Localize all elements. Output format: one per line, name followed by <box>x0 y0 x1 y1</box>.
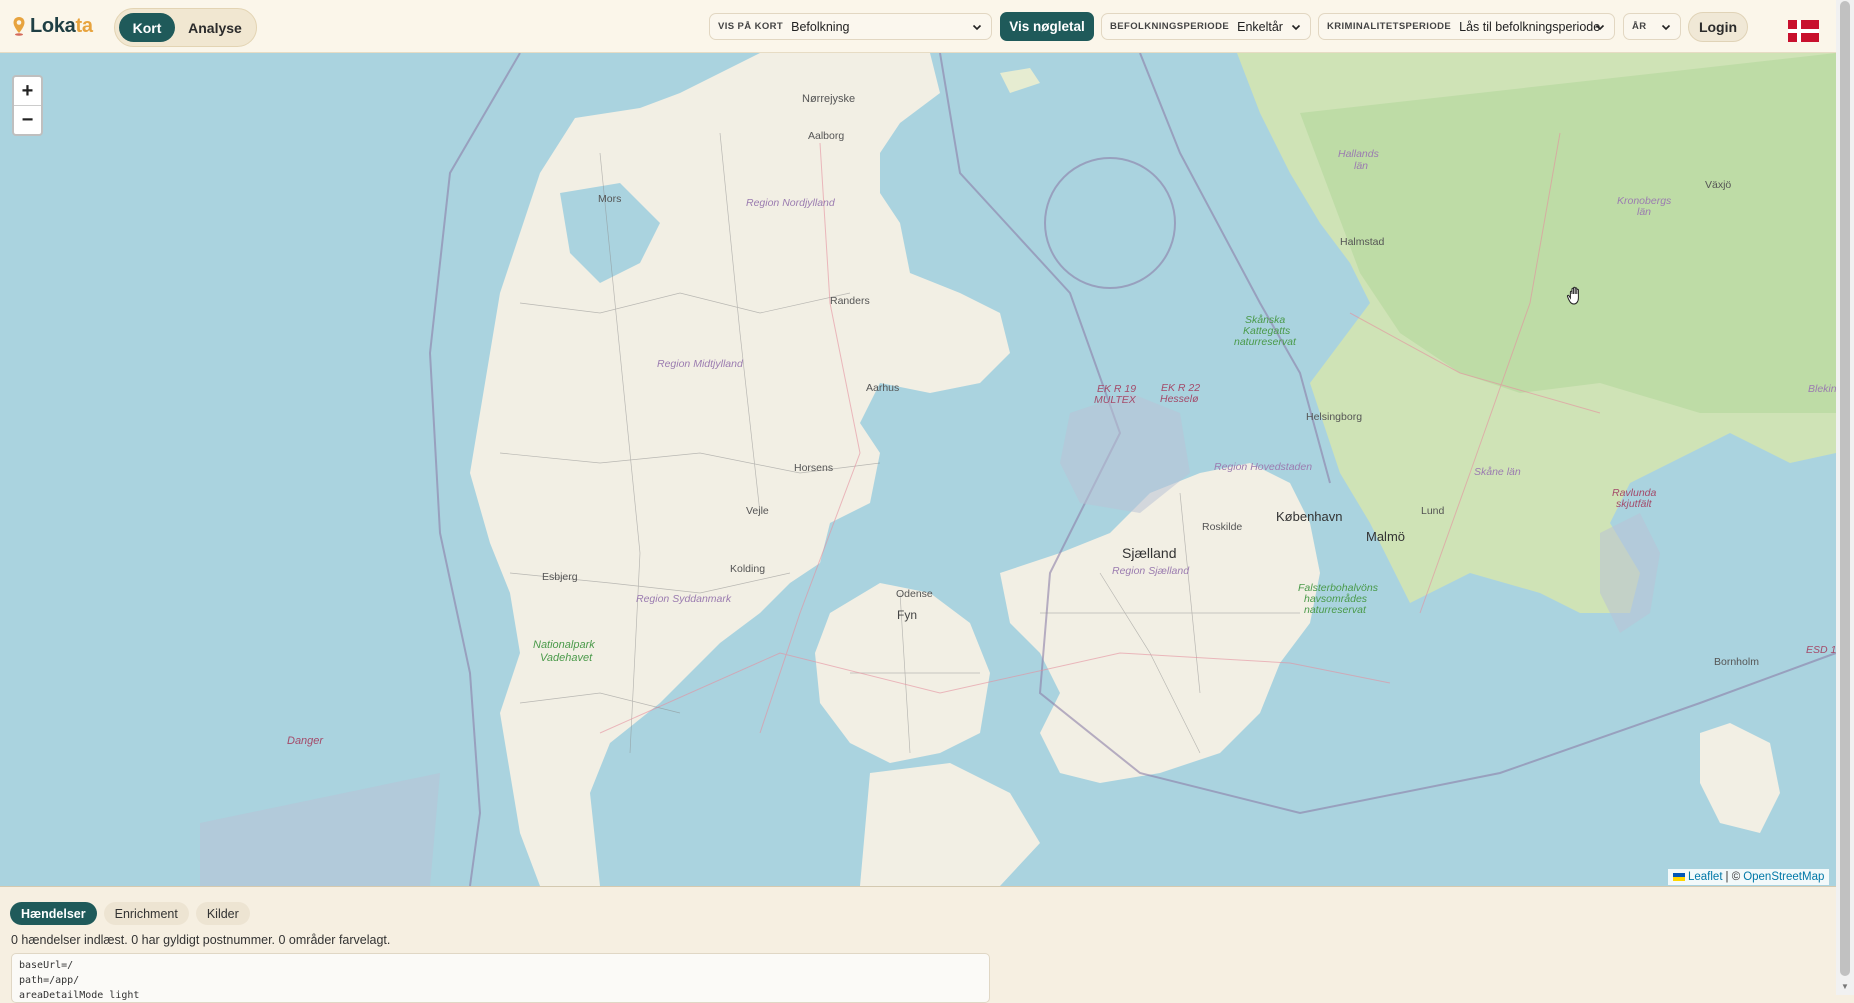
map-label: MULTEX <box>1094 394 1137 406</box>
map-label: Region Syddanmark <box>636 593 732 605</box>
befolkningsperiode-label: BEFOLKNINGSPERIODE <box>1110 21 1230 32</box>
hand-cursor-icon <box>1566 286 1579 305</box>
map-label: Danger <box>287 735 324 747</box>
brand-name: Lokata <box>30 14 93 37</box>
map-label: Aarhus <box>866 382 899 394</box>
map-canvas[interactable]: Nørrejyske Aalborg Mors Region Nordjylla… <box>0 53 1836 887</box>
kriminalitetsperiode-select[interactable]: KRIMINALITETSPERIODE Lås til befolknings… <box>1318 13 1615 40</box>
befolkningsperiode-value: Enkeltår <box>1237 19 1283 34</box>
zoom-control: + − <box>12 75 43 136</box>
scroll-down-arrow-icon[interactable]: ▼ <box>1841 982 1849 991</box>
map-label: Lund <box>1421 505 1445 517</box>
sjaelland-land <box>1000 463 1320 783</box>
chevron-down-icon <box>1291 24 1301 31</box>
map-label: Blekin <box>1808 383 1836 395</box>
debug-log[interactable]: baseUrl=/ path=/app/areaDetailMode light <box>11 953 990 1003</box>
map-label: Bornholm <box>1714 656 1759 668</box>
map-label: län <box>1637 206 1651 218</box>
map-label: Region Sjælland <box>1112 565 1190 577</box>
top-toolbar: Lokata Kort Analyse VIS PÅ KORT Befolkni… <box>0 0 1836 53</box>
map-label: Region Hovedstaden <box>1214 461 1312 473</box>
map-attribution: Leaflet | © OpenStreetMap <box>1668 869 1830 885</box>
attribution-separator: | © <box>1725 871 1741 883</box>
chevron-down-icon <box>1661 24 1671 31</box>
islet <box>1000 68 1040 93</box>
chevron-down-icon <box>972 24 982 31</box>
map-label: Sjælland <box>1122 545 1176 561</box>
map-label: ESD 13 <box>1806 644 1836 656</box>
map-tiles: Nørrejyske Aalborg Mors Region Nordjylla… <box>200 53 1836 886</box>
kriminalitetsperiode-label: KRIMINALITETSPERIODE <box>1327 21 1452 32</box>
analyse-tab-button[interactable]: Analyse <box>177 13 253 42</box>
map-label: Fyn <box>897 608 917 622</box>
tab-haendelser[interactable]: Hændelser <box>10 902 97 925</box>
zoom-out-button[interactable]: − <box>14 106 41 134</box>
ravlunda-zone <box>1600 513 1660 633</box>
map-pin-icon <box>13 17 25 36</box>
log-line: path=/app/ <box>19 975 80 986</box>
log-line: areaDetailMode light <box>19 990 140 1001</box>
vis-pa-kort-value: Befolkning <box>791 19 850 34</box>
map-label: Randers <box>830 295 870 307</box>
kriminalitetsperiode-value: Lås til befolkningsperiode <box>1459 19 1601 34</box>
page-scrollbar[interactable]: ▼ <box>1836 0 1854 995</box>
map-label: København <box>1276 509 1343 524</box>
leaflet-link[interactable]: Leaflet <box>1688 871 1723 883</box>
lolland-land <box>860 763 1040 886</box>
map-label: Aalborg <box>808 130 844 142</box>
danger-zone <box>200 773 440 886</box>
map-label: Helsingborg <box>1306 411 1362 423</box>
map-label: Kolding <box>730 563 765 575</box>
aar-select[interactable]: ÅR <box>1623 13 1681 40</box>
events-status-text: 0 hændelser indlæst. 0 har gyldigt postn… <box>11 933 391 947</box>
kort-tab-button[interactable]: Kort <box>119 13 175 42</box>
map-label: Halmstad <box>1340 236 1385 248</box>
map-label: naturreservat <box>1234 336 1297 348</box>
map-label: Skåne län <box>1474 466 1521 478</box>
map-label: Nationalpark <box>533 639 595 651</box>
aar-select-value: ÅR <box>1632 21 1647 32</box>
map-label: Horsens <box>794 462 833 474</box>
map-label: Mors <box>598 193 621 205</box>
map-label: Nørrejyske <box>802 93 855 105</box>
map-label: Hesselø <box>1160 393 1199 405</box>
chevron-down-icon <box>1595 24 1605 31</box>
tab-enrichment[interactable]: Enrichment <box>103 902 189 925</box>
log-line: baseUrl=/ <box>19 960 74 971</box>
vis-noegletal-button[interactable]: Vis nøgletal <box>1000 12 1094 41</box>
vis-pa-kort-label: VIS PÅ KORT <box>718 21 784 32</box>
jutland-land <box>470 53 1010 886</box>
map-label: Region Nordjylland <box>746 197 836 209</box>
map-label: naturreservat <box>1304 604 1367 616</box>
map-label: Esbjerg <box>542 571 578 583</box>
map-label: Roskilde <box>1202 521 1242 533</box>
lokata-logo[interactable]: Lokata <box>12 13 93 39</box>
login-button[interactable]: Login <box>1688 12 1748 42</box>
map-label: Hallands <box>1338 148 1380 160</box>
zone-circle <box>1044 157 1176 289</box>
zoom-in-button[interactable]: + <box>14 77 41 106</box>
befolkningsperiode-select[interactable]: BEFOLKNINGSPERIODE Enkeltår <box>1101 13 1311 40</box>
map-label: Region Midtjylland <box>657 358 744 370</box>
map-label: län <box>1354 160 1368 172</box>
bornholm-land <box>1700 723 1780 833</box>
ukraine-flag-icon <box>1673 873 1685 881</box>
map-label: Vadehavet <box>540 652 593 664</box>
bottom-tabs: Hændelser Enrichment Kilder <box>10 902 250 925</box>
openstreetmap-link[interactable]: OpenStreetMap <box>1743 871 1824 883</box>
map-label: Malmö <box>1366 529 1405 544</box>
view-switch: Kort Analyse <box>114 8 257 47</box>
map-label: Odense <box>896 588 933 600</box>
vis-pa-kort-select[interactable]: VIS PÅ KORT Befolkning <box>709 13 992 40</box>
scrollbar-thumb[interactable] <box>1840 1 1850 976</box>
tab-kilder[interactable]: Kilder <box>195 902 250 925</box>
denmark-flag-icon[interactable] <box>1788 20 1819 42</box>
map-label: skjutfält <box>1616 498 1653 510</box>
map-label: Vejle <box>746 505 769 517</box>
map-label: Växjö <box>1705 179 1731 191</box>
